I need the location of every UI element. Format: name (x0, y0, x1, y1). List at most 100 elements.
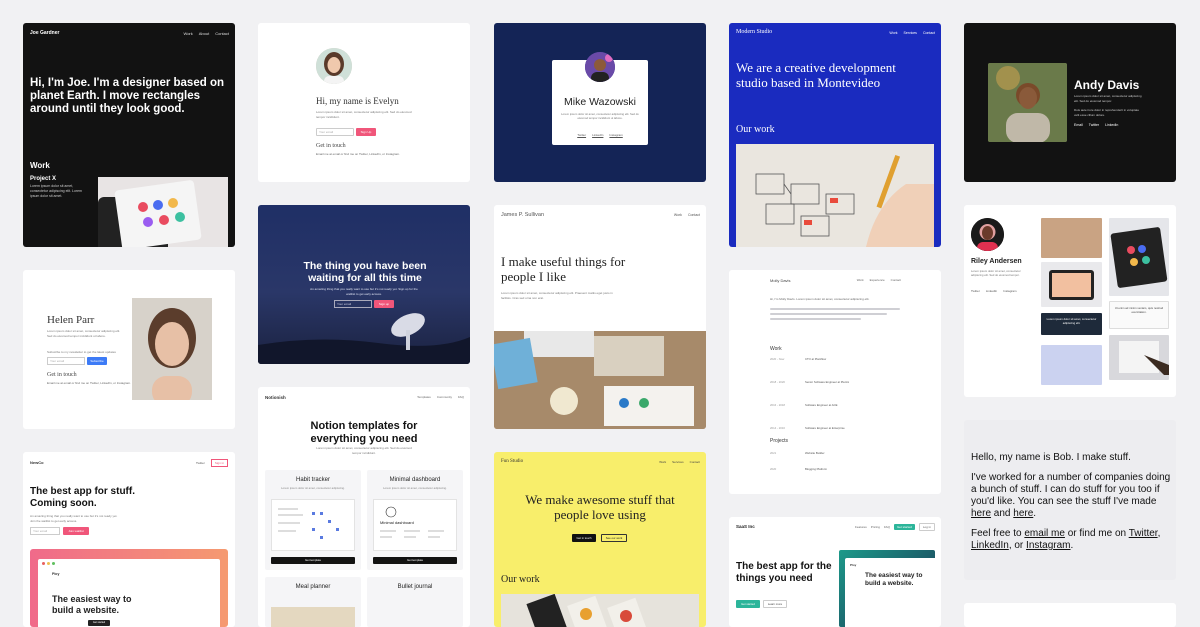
here-link-2[interactable]: here (1013, 508, 1033, 519)
template-get-button[interactable]: Get template (373, 557, 457, 564)
riley-gallery-item[interactable] (1109, 218, 1169, 296)
template-card-joe-gardner[interactable]: Joe Gardner Work About Contact Hi, I'm J… (23, 23, 235, 247)
avatar-portrait-icon (585, 52, 615, 82)
template-card-habit[interactable]: Habit tracker Lorem ipsum dolor sit amet… (265, 470, 361, 570)
mike-avatar (585, 52, 615, 82)
twitter-link[interactable]: Twitter (196, 461, 205, 465)
nav-contact-link[interactable]: Contact (923, 31, 935, 35)
nav-services-link[interactable]: Services (672, 460, 684, 464)
bob-comma: , (1157, 528, 1161, 539)
twitter-link[interactable]: Twitter (1089, 123, 1099, 127)
template-card-mike-wazowski[interactable]: Mike Wazowski Lorem ipsum dolor sit amet… (494, 23, 706, 182)
saas-cta-secondary[interactable]: Learn more (763, 600, 787, 608)
modern-work-image[interactable] (736, 144, 934, 247)
nav-community-link[interactable]: Community (437, 395, 452, 399)
template-card-helen-parr[interactable]: Helen Parr Lorem ipsum dolor sit amet, c… (23, 270, 235, 429)
sign-in-button[interactable]: Sign in (210, 459, 228, 467)
twitter-link[interactable]: Twitter (1129, 528, 1158, 539)
template-card-notionish[interactable]: Notionish Templates Community FAQ Notion… (258, 387, 470, 627)
twitter-link[interactable]: Twitter (971, 289, 980, 293)
fun-work-image[interactable] (501, 594, 699, 627)
nav-contact-link[interactable]: Contact (215, 31, 229, 36)
template-card-riley-andersen[interactable]: Riley Andersen Lorem ipsum dolor sit ame… (964, 205, 1176, 397)
evelyn-title: Hi, my name is Evelyn (316, 96, 399, 106)
template-get-button[interactable]: Get template (271, 557, 355, 564)
template-card-partial[interactable] (964, 603, 1176, 627)
linkedin-link[interactable]: LinkedIn (1105, 123, 1118, 127)
here-link-1[interactable]: here (971, 508, 991, 519)
email-link[interactable]: Email (1074, 123, 1083, 127)
nav-contact-link[interactable]: Contact (891, 278, 901, 282)
instagram-link[interactable]: Instagram (1003, 289, 1016, 293)
template-card-bullet[interactable]: Bullet journal (367, 577, 463, 627)
linkedin-link[interactable]: LinkedIn (986, 289, 997, 293)
joe-section-title: Work (30, 161, 50, 170)
james-hero-image (494, 331, 706, 429)
sketch-photo (1119, 341, 1169, 375)
template-card-waiting-list[interactable]: The thing you have been waiting for all … (258, 205, 470, 364)
template-card-bob[interactable]: Hello, my name is Bob. I make stuff. I'v… (964, 420, 1176, 580)
notionish-brand: Notionish (265, 395, 286, 400)
waiting-email-input[interactable]: Your email (334, 300, 372, 308)
newco-email-input[interactable]: Your email (30, 527, 60, 535)
nav-contact-link[interactable]: Contact (688, 213, 700, 217)
nav-work-link[interactable]: Work (183, 31, 192, 36)
saas-cta-primary[interactable]: Get started (736, 600, 760, 608)
nav-experience-link[interactable]: Experience (870, 278, 885, 282)
template-card-james-sullivan[interactable]: James P. Sullivan Work Contact I make us… (494, 205, 706, 429)
helen-email-input[interactable]: Your email (47, 357, 85, 365)
template-preview (271, 499, 355, 551)
newco-inner-cta[interactable]: Get started (88, 620, 110, 626)
template-card-saas-inc[interactable]: SaaS Inc Features Pricing FAQ Get starte… (729, 517, 941, 627)
nav-pricing-link[interactable]: Pricing (871, 525, 880, 529)
nav-templates-link[interactable]: Templates (417, 395, 431, 399)
template-card-evelyn[interactable]: Hi, my name is Evelyn Lorem ipsum dolor … (258, 23, 470, 182)
riley-gallery-item[interactable] (1041, 262, 1102, 307)
helen-subscribe-button[interactable]: Subscribe (87, 357, 107, 365)
nav-login-button[interactable]: Log in (918, 523, 935, 531)
notionish-sub: Lorem ipsum dolor sit amet, consectetur … (316, 446, 412, 455)
template-card-newco[interactable]: NewCo Twitter Sign in The best app for s… (23, 452, 235, 627)
template-card-meal[interactable]: Meal planner (265, 577, 361, 627)
evelyn-email-input[interactable]: Your email (316, 128, 354, 136)
fun-cta-secondary[interactable]: See our work (601, 534, 627, 542)
nav-get-started-button[interactable]: Get started (893, 524, 915, 530)
nav-work-link[interactable]: Work (889, 31, 897, 35)
nav-faq-link[interactable]: FAQ (884, 525, 890, 529)
dashboard-preview (380, 506, 444, 538)
riley-gallery-item[interactable] (1041, 218, 1102, 258)
linkedin-link[interactable]: LinkedIn (971, 540, 1009, 551)
twitter-link[interactable]: Twitter (577, 133, 586, 137)
instagram-link[interactable]: Instagram (1026, 540, 1070, 551)
evelyn-signup-button[interactable]: Sign Up (356, 128, 376, 136)
nav-work-link[interactable]: Work (674, 213, 682, 217)
helen-photo (132, 298, 212, 400)
template-card-modern-studio[interactable]: Modern Studio Work Services Contact We a… (729, 23, 941, 247)
fun-section-title: Our work (501, 574, 540, 585)
mike-desc: Lorem ipsum dolor sit amet, consectetur … (561, 112, 639, 120)
nav-work-link[interactable]: Work (659, 460, 666, 464)
template-card-minimal[interactable]: Minimal dashboard Lorem ipsum dolor sit … (367, 470, 463, 570)
nav-contact-link[interactable]: Contact (690, 460, 700, 464)
waiting-signup-button[interactable]: Sign up (374, 300, 394, 308)
molly-work-title: Work (770, 346, 782, 352)
nav-work-link[interactable]: Work (857, 278, 864, 282)
template-desc: Lorem ipsum dolor sit amet, consectetur … (281, 486, 345, 490)
template-card-molly-davis[interactable]: Molly Davis Work Experience Contact Hi, … (729, 270, 941, 494)
nav-about-link[interactable]: About (199, 31, 209, 36)
template-card-fun-studio[interactable]: Fun Studio Work Services Contact We make… (494, 452, 706, 627)
linkedin-link[interactable]: LinkedIn (592, 133, 603, 137)
riley-gallery-item[interactable] (1109, 335, 1169, 380)
riley-quote-2: Ut enim ad minim veniam, quis nostrud ex… (1114, 306, 1164, 314)
nav-services-link[interactable]: Services (904, 31, 917, 35)
fun-cta-primary[interactable]: Get in touch (572, 534, 596, 542)
riley-gallery-item[interactable] (1041, 345, 1102, 385)
newco-join-button[interactable]: Join waitlist (63, 527, 89, 535)
template-card-andy-davis[interactable]: Andy Davis Lorem ipsum dolor sit amet, c… (964, 23, 1176, 182)
email-link[interactable]: email me (1024, 528, 1065, 539)
instagram-link[interactable]: Instagram (609, 133, 622, 137)
joe-project-image[interactable] (98, 177, 228, 247)
riley-quote-card: Lorem ipsum dolor sit amet, consectetur … (1041, 313, 1102, 335)
nav-faq-link[interactable]: FAQ (458, 395, 464, 399)
nav-features-link[interactable]: Features (855, 525, 867, 529)
